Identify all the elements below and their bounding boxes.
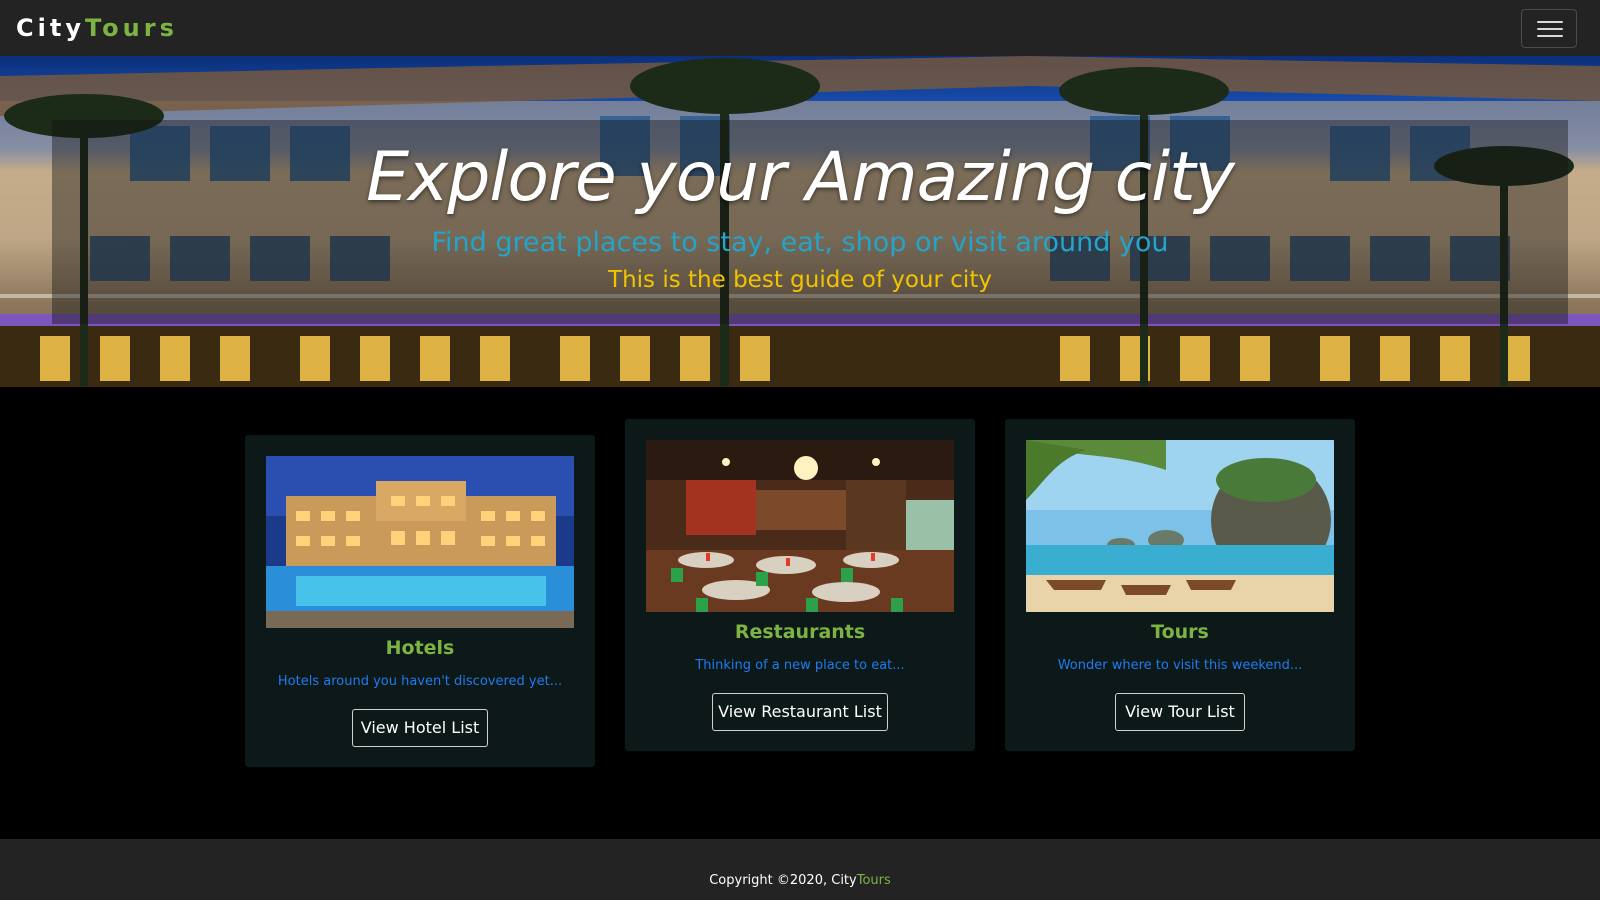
brand-city: City bbox=[16, 14, 85, 42]
tours-image bbox=[1026, 440, 1334, 612]
copyright-text: Copyright ©2020, CityTours bbox=[0, 872, 1600, 890]
hero-subtitle: Find great places to stay, eat, shop or … bbox=[431, 227, 1169, 258]
view-hotel-list-button[interactable]: View Hotel List bbox=[352, 709, 488, 747]
restaurants-card: Restaurants Thinking of a new place to e… bbox=[625, 419, 975, 751]
hotels-image bbox=[266, 456, 574, 628]
restaurants-description: Thinking of a new place to eat... bbox=[695, 658, 905, 673]
hotels-description: Hotels around you haven't discovered yet… bbox=[277, 674, 563, 689]
brand-logo[interactable]: CityTours bbox=[16, 12, 178, 44]
hotels-title: Hotels bbox=[385, 637, 455, 659]
footer-brand-accent: Tours bbox=[856, 873, 891, 888]
hero-title: Explore your Amazing city bbox=[366, 138, 1235, 217]
footer: Copyright ©2020, CityTours bbox=[0, 839, 1600, 900]
copyright-label: Copyright ©2020, City bbox=[709, 873, 857, 888]
hamburger-icon bbox=[1537, 35, 1563, 37]
restaurants-image bbox=[646, 440, 954, 612]
hamburger-icon bbox=[1537, 21, 1563, 23]
tours-description: Wonder where to visit this weekend... bbox=[1057, 658, 1303, 673]
view-tour-list-button[interactable]: View Tour List bbox=[1115, 693, 1245, 731]
navbar: CityTours bbox=[0, 0, 1600, 56]
hero-banner: Explore your Amazing city Find great pla… bbox=[0, 56, 1600, 387]
hotels-card: Hotels Hotels around you haven't discove… bbox=[245, 435, 595, 767]
view-restaurant-list-button[interactable]: View Restaurant List bbox=[712, 693, 888, 731]
tours-card: Tours Wonder where to visit this weekend… bbox=[1005, 419, 1355, 751]
tours-title: Tours bbox=[1151, 621, 1209, 643]
menu-toggle-button[interactable] bbox=[1521, 9, 1577, 48]
restaurants-title: Restaurants bbox=[734, 621, 866, 643]
brand-tours: Tours bbox=[84, 14, 178, 42]
hero-tagline: This is the best guide of your city bbox=[608, 267, 992, 293]
hamburger-icon bbox=[1537, 28, 1563, 30]
